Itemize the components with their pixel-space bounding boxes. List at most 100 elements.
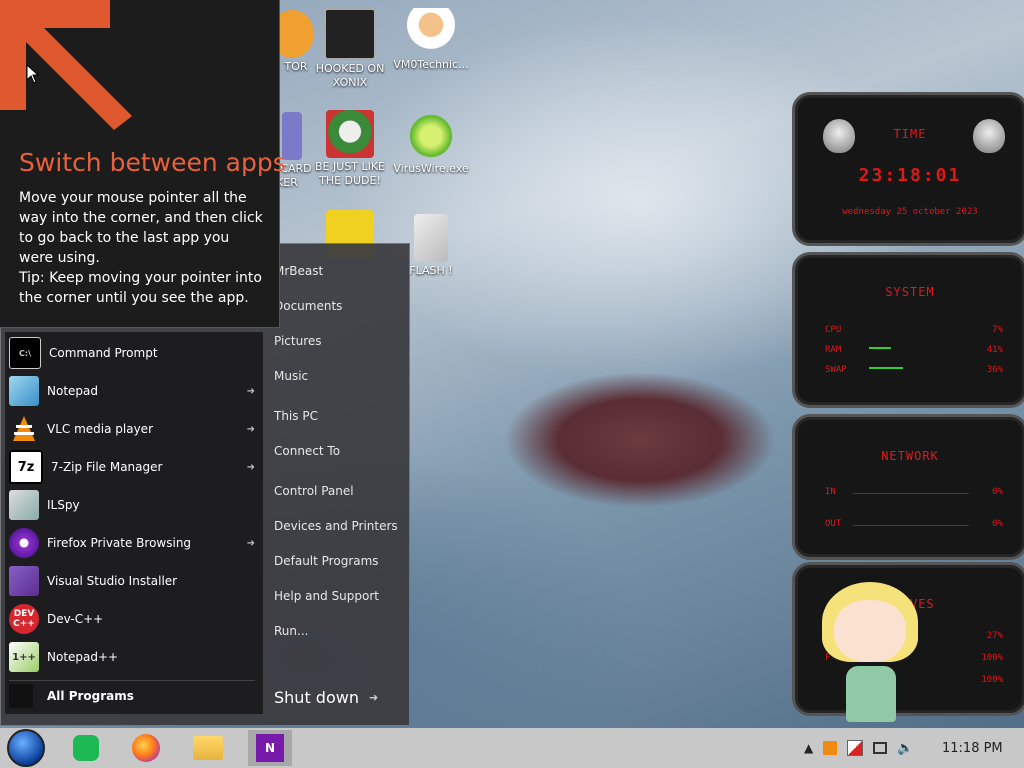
desktop-icon-label: HOOKED ON XONIX (315, 62, 385, 89)
character-body (846, 666, 896, 722)
warning-tray-icon[interactable] (823, 741, 838, 755)
system-row-value: 41% (986, 345, 1003, 355)
start-item-control-panel[interactable]: Control Panel (274, 484, 354, 498)
start-item-default-programs[interactable]: Default Programs (274, 554, 379, 568)
shutdown-button[interactable]: Shut down ➜ (274, 688, 378, 707)
taskbar-app-firefox[interactable] (124, 730, 168, 766)
system-row-label: RAM (825, 345, 842, 355)
system-row-value: 36% (986, 365, 1003, 375)
ilspy-icon (9, 490, 39, 520)
character-face (834, 600, 906, 662)
program-label: 7-Zip File Manager (51, 460, 163, 474)
vlc-icon (9, 414, 39, 444)
program-notepad[interactable]: Notepad ➜ (9, 374, 255, 408)
notepadpp-icon: 1++ (9, 642, 39, 672)
network-row-out: OUT 0% (825, 519, 1003, 529)
xonix-icon (324, 8, 376, 60)
start-item-user-folder[interactable]: MrBeast (274, 264, 323, 278)
start-item-this-pc[interactable]: This PC (274, 409, 318, 423)
switch-apps-tip: Switch between apps Move your mouse poin… (0, 0, 286, 328)
network-title: NETWORK (881, 449, 939, 463)
flash-icon (414, 214, 448, 262)
network-row-label: IN (825, 487, 836, 497)
7zip-icon: 7z (9, 450, 43, 484)
submenu-arrow-icon: ➜ (246, 537, 255, 549)
desktop-icon-hooked-on-xonix[interactable]: HOOKED ON XONIX (313, 8, 387, 90)
taskbar-clock[interactable]: 11:18 PM (942, 728, 1003, 768)
shutdown-label: Shut down (274, 688, 359, 707)
all-programs-button[interactable]: All Programs (9, 680, 255, 711)
network-gadget: NETWORK IN 0% OUT 0% (792, 414, 1024, 560)
taskbar-app-onenote[interactable]: N (248, 730, 292, 766)
taskbar-app-file-explorer[interactable] (186, 730, 230, 766)
all-programs-icon (9, 684, 33, 708)
program-notepadpp[interactable]: 1++ Notepad++ (9, 640, 255, 674)
start-item-connect-to[interactable]: Connect To (274, 444, 340, 458)
system-tray: ▲ 🔈 (804, 728, 913, 768)
desktop-icon-viruswire[interactable]: VirusWire.exe (391, 112, 471, 176)
program-firefox-private[interactable]: Firefox Private Browsing ➜ (9, 526, 255, 560)
desktop-icon-label: FLASH ! (409, 264, 453, 277)
program-label: Notepad (47, 384, 98, 398)
desktop-icon-label: VM0Technic... (393, 58, 469, 71)
start-item-devices-printers[interactable]: Devices and Printers (274, 519, 398, 533)
program-vlc[interactable]: VLC media player ➜ (9, 412, 255, 446)
start-item-pictures[interactable]: Pictures (274, 334, 322, 348)
program-vs-installer[interactable]: Visual Studio Installer (9, 564, 255, 598)
desktop-icon-label: BE JUST LIKE THE DUDE! (314, 160, 386, 187)
program-label: Command Prompt (49, 346, 158, 360)
network-in-line (853, 493, 969, 494)
cartoon-character-sticker (820, 578, 920, 728)
swap-bar (869, 367, 903, 369)
notepad-icon (9, 376, 39, 406)
mouse-pointer-icon (26, 64, 40, 84)
flag-tray-icon[interactable] (847, 740, 864, 756)
program-label: ILSpy (47, 498, 80, 512)
system-row-label: SWAP (825, 365, 847, 375)
time-clock: 23:18:01 (858, 165, 962, 186)
drives-row-value: 100% (981, 675, 1003, 685)
network-row-value: 0% (992, 487, 1003, 497)
system-row-ram: RAM 41% (825, 345, 1003, 355)
start-item-help-support[interactable]: Help and Support (274, 589, 379, 603)
program-devcpp[interactable]: DEV C++ Dev-C++ (9, 602, 255, 636)
network-out-line (853, 525, 969, 526)
program-ilspy[interactable]: ILSpy (9, 488, 255, 522)
drives-row-value: 27% (986, 631, 1003, 641)
volume-icon[interactable]: 🔈 (897, 741, 913, 756)
program-label: Visual Studio Installer (47, 574, 178, 588)
start-item-music[interactable]: Music (274, 369, 308, 383)
santa-icon (326, 110, 374, 158)
start-button[interactable] (4, 729, 48, 767)
lime-icon (407, 112, 455, 160)
tip-title: Switch between apps (19, 148, 286, 177)
program-7zip[interactable]: 7z 7-Zip File Manager ➜ (9, 450, 255, 484)
desktop-icon-vm0technic[interactable]: VM0Technic... (391, 8, 471, 72)
system-row-label: CPU (825, 325, 842, 335)
start-orb-icon (7, 729, 45, 767)
cmd-icon: C:\ (9, 337, 41, 369)
chat-app-icon (73, 735, 99, 761)
network-row-in: IN 0% (825, 487, 1003, 497)
taskbar-app-spotify[interactable] (64, 730, 108, 766)
submenu-arrow-icon: ➜ (246, 461, 255, 473)
system-row-cpu: CPU 7% (825, 325, 1003, 335)
show-hidden-icons-icon[interactable]: ▲ (804, 741, 813, 755)
desktop-icon-be-just-like-the-dude[interactable]: BE JUST LIKE THE DUDE! (313, 110, 387, 188)
program-label: Notepad++ (47, 650, 119, 664)
desktop-icon-label: VirusWire.exe (393, 162, 469, 175)
tip-body: Move your mouse pointer all the way into… (19, 188, 264, 308)
shutdown-arrow-icon[interactable]: ➜ (369, 691, 378, 704)
corner-arrow-icon (0, 0, 132, 130)
folder-icon (193, 736, 223, 760)
doctor-icon (407, 8, 455, 56)
onenote-icon: N (256, 734, 284, 762)
network-tray-icon[interactable] (873, 742, 888, 754)
network-row-value: 0% (992, 519, 1003, 529)
tip-hint: Tip: Keep moving your pointer into the c… (19, 270, 262, 306)
drives-row-value: 100% (981, 653, 1003, 663)
program-command-prompt[interactable]: C:\ Command Prompt (9, 336, 255, 370)
time-title: TIME (893, 127, 927, 141)
start-item-documents[interactable]: Documents (274, 299, 342, 313)
start-item-run[interactable]: Run... (274, 624, 308, 638)
